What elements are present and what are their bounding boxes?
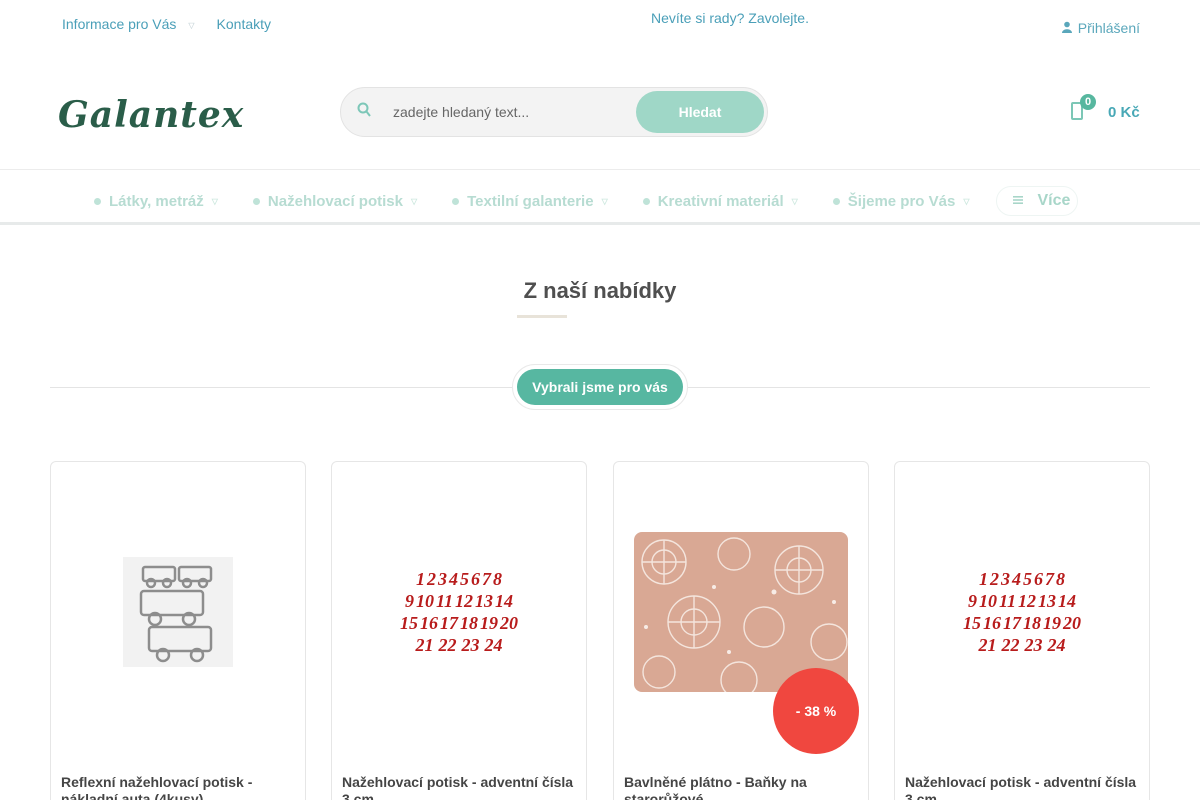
bullet-icon <box>452 197 460 205</box>
nav-item-label: Látky, metráž <box>109 192 204 210</box>
discount-badge: - 38 % <box>773 668 859 754</box>
info-link[interactable]: Informace pro Vás <box>62 16 176 32</box>
product-name[interactable]: Nažehlovací potisk - adventní čísla 3 cm <box>905 774 1139 800</box>
chevron-down-icon: ▽ <box>963 196 970 206</box>
bullet-icon <box>94 197 101 205</box>
product-name[interactable]: Nažehlovací potisk - adventní čísla 3 cm <box>342 774 576 800</box>
chevron-down-icon: ▽ <box>211 196 218 206</box>
product-image[interactable] <box>51 462 305 762</box>
nav-item-sewing[interactable]: Šijeme pro Vás ▽ <box>832 192 970 210</box>
nav-divider-bottom <box>0 222 1200 225</box>
logo[interactable]: Galantex <box>58 94 244 136</box>
numbers-row: 12345678 <box>416 569 502 589</box>
product-card[interactable]: 12345678 9 10 11 12 13 14 15 16 17 18 19 20 21 22 23… <box>331 461 587 800</box>
login-label: Přihlášení <box>1077 20 1140 36</box>
nav-item-label: Šijeme pro Vás <box>847 192 956 210</box>
nav-item-fabrics[interactable]: Látky, metráž ▽ <box>94 193 218 210</box>
search-icon[interactable] <box>357 102 373 118</box>
nav-item-label: Kreativní materiál <box>657 192 784 210</box>
chevron-down-icon: ▽ <box>601 196 608 206</box>
help-text[interactable]: Nevíte si rady? Zavolejte. <box>651 10 809 26</box>
nav-more-label: Více <box>1037 192 1071 209</box>
search-button[interactable]: Hledat <box>636 91 764 133</box>
numbers-row: 9 10 11 12 13 14 <box>404 591 513 611</box>
cart-count-badge: 0 <box>1080 94 1096 110</box>
nav-divider-top <box>0 169 1200 170</box>
product-card[interactable]: - 38 % Bavlněné plátno - Baňky na staror… <box>613 461 869 800</box>
bullet-icon <box>252 197 260 205</box>
main-nav: Látky, metráž ▽ Nažehlovací potisk ▽ Tex… <box>94 186 1079 216</box>
user-icon <box>1061 21 1072 36</box>
numbers-row: 15 16 17 18 19 20 <box>400 613 518 633</box>
bullet-icon <box>642 197 650 205</box>
truck-image <box>123 557 233 667</box>
chevron-down-icon: ▽ <box>410 196 418 206</box>
cart[interactable]: 0 0 Kč <box>1066 94 1146 130</box>
product-image[interactable]: 12345678 9 10 11 12 13 14 15 16 17 18 19 20 21 22 23… <box>895 462 1149 762</box>
numbers-row: 12345678 <box>979 569 1065 589</box>
nav-item-creative[interactable]: Kreativní materiál ▽ <box>642 192 798 210</box>
numbers-row: 9 10 11 12 13 14 <box>967 591 1076 611</box>
numbers-row: 15 16 17 18 19 20 <box>963 613 1081 633</box>
top-links: Informace pro Vás ▽ Kontakty <box>62 16 271 32</box>
nav-item-haberdashery[interactable]: Textilní galanterie ▽ <box>452 193 608 210</box>
cart-price: 0 Kč <box>1108 104 1140 121</box>
nav-item-label: Nažehlovací potisk <box>267 192 403 210</box>
product-name[interactable]: Reflexní nažehlovací potisk - nákladní a… <box>61 774 295 800</box>
numbers-row: 21 22 23 24 <box>415 635 503 655</box>
advent-numbers-image: 12345678 9 10 11 12 13 14 15 16 17 18 19 20 21 22 23… <box>963 568 1081 656</box>
section-title: Z naší nabídky <box>523 278 677 303</box>
advent-numbers-image: 12345678 9 10 11 12 13 14 15 16 17 18 19 20 21 22 23… <box>400 568 518 656</box>
contacts-link[interactable]: Kontakty <box>217 16 271 32</box>
chevron-down-icon: ▽ <box>791 196 798 206</box>
search-bar: Hledat <box>340 87 768 137</box>
product-card[interactable]: 12345678 9 10 11 12 13 14 15 16 17 18 19 20 21 22 23… <box>894 461 1150 800</box>
product-name[interactable]: Bavlněné plátno - Baňky na starorůžové <box>624 774 858 800</box>
product-card[interactable]: Reflexní nažehlovací potisk - nákladní a… <box>50 461 306 800</box>
section-title-underline <box>517 315 567 318</box>
nav-more-button[interactable]: Více <box>996 186 1079 216</box>
bullet-icon <box>832 197 840 205</box>
nav-item-label: Textilní galanterie <box>467 192 594 210</box>
section-tabs: Vybrali jsme pro vás <box>512 364 688 410</box>
tab-recommended[interactable]: Vybrali jsme pro vás <box>517 369 683 405</box>
numbers-row: 21 22 23 24 <box>978 635 1066 655</box>
nav-item-iron-on[interactable]: Nažehlovací potisk ▽ <box>252 192 418 210</box>
chevron-down-icon[interactable]: ▽ <box>188 21 194 30</box>
menu-icon <box>1013 195 1024 208</box>
search-input[interactable] <box>393 100 623 124</box>
product-image[interactable]: 12345678 9 10 11 12 13 14 15 16 17 18 19 20 21 22 23… <box>332 462 586 762</box>
login-link[interactable]: Přihlášení <box>1061 20 1140 36</box>
